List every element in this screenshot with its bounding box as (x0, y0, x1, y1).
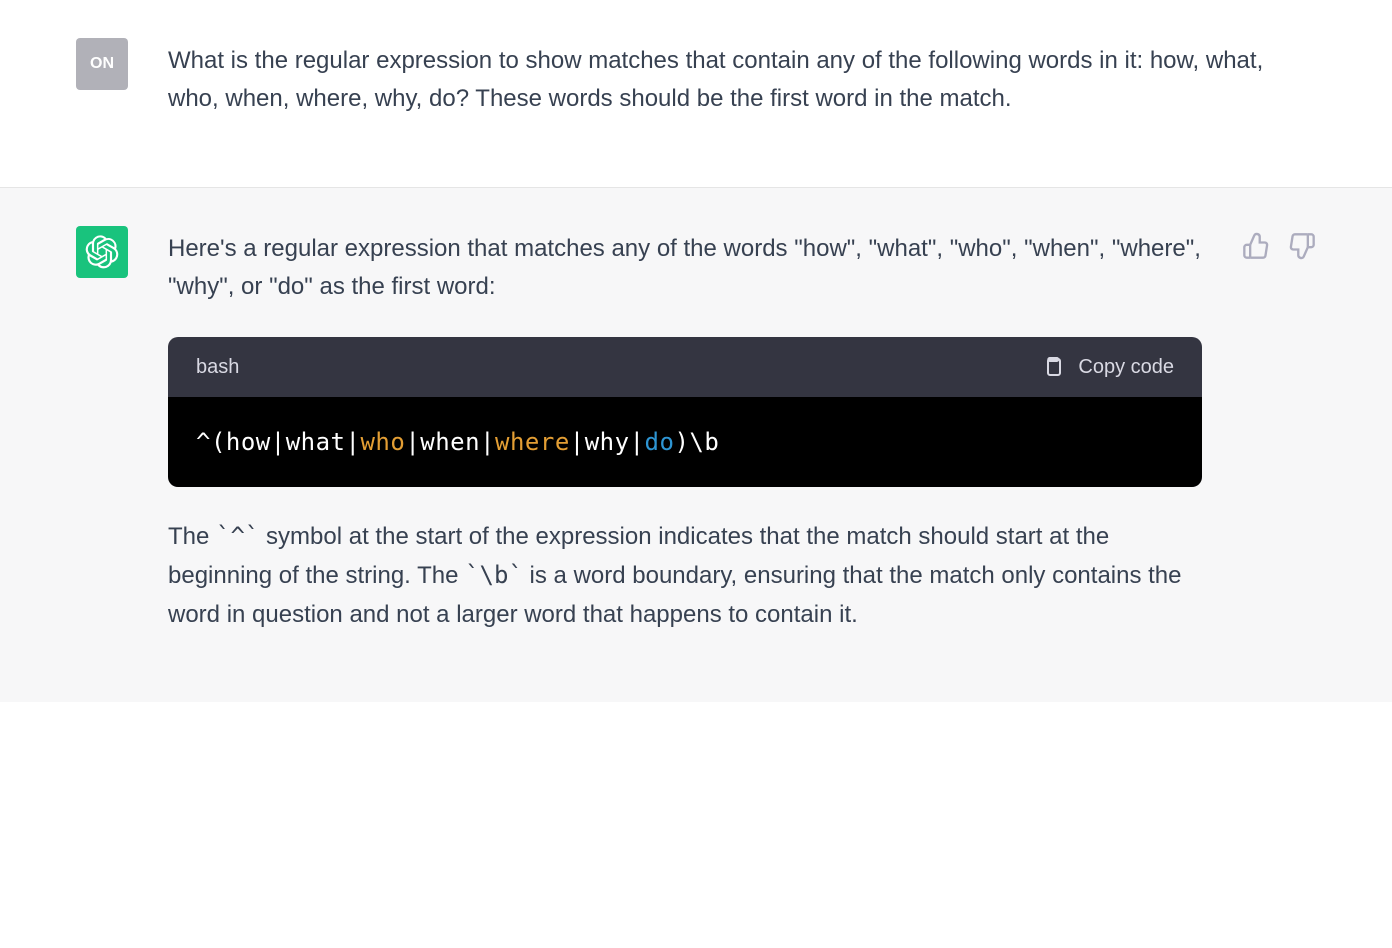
thumbs-up-button[interactable] (1242, 232, 1270, 260)
code-token: do (645, 428, 675, 456)
clipboard-icon (1040, 355, 1064, 379)
copy-code-label: Copy code (1078, 351, 1174, 383)
openai-logo-icon (85, 235, 119, 269)
assistant-intro: Here's a regular expression that matches… (168, 230, 1202, 307)
assistant-turn: Here's a regular expression that matches… (0, 188, 1392, 702)
code-token: | (480, 428, 495, 456)
thumbs-down-icon (1288, 232, 1316, 260)
user-avatar-text: ON (90, 51, 114, 77)
user-turn: ON What is the regular expression to sho… (0, 0, 1392, 188)
code-token: | (630, 428, 645, 456)
user-message: What is the regular expression to show m… (168, 38, 1316, 137)
code-token: | (271, 428, 286, 456)
assistant-avatar (76, 226, 128, 278)
user-avatar: ON (76, 38, 128, 90)
code-token: ^(how (196, 428, 271, 456)
explain-text: The (168, 523, 216, 550)
code-token: why (585, 428, 630, 456)
code-content[interactable]: ^(how|what|who|when|where|why|do)\b (168, 397, 1202, 487)
code-language-label: bash (196, 351, 239, 383)
code-block: bash Copy code ^(how|what|who|when|where… (168, 337, 1202, 487)
code-token: what (286, 428, 346, 456)
thumbs-down-button[interactable] (1288, 232, 1316, 260)
code-token: when (420, 428, 480, 456)
inline-code: `^` (216, 522, 259, 550)
feedback-controls (1242, 226, 1316, 260)
thumbs-up-icon (1242, 232, 1270, 260)
user-message-text: What is the regular expression to show m… (168, 42, 1316, 119)
code-token: )\b (674, 428, 719, 456)
code-token: who (360, 428, 405, 456)
code-token: | (346, 428, 361, 456)
inline-code: `\b` (465, 561, 523, 589)
code-token: where (495, 428, 570, 456)
code-header: bash Copy code (168, 337, 1202, 397)
assistant-explanation: The `^` symbol at the start of the expre… (168, 517, 1202, 634)
copy-code-button[interactable]: Copy code (1040, 351, 1174, 383)
code-token: | (405, 428, 420, 456)
code-token: | (570, 428, 585, 456)
assistant-message: Here's a regular expression that matches… (168, 226, 1202, 652)
